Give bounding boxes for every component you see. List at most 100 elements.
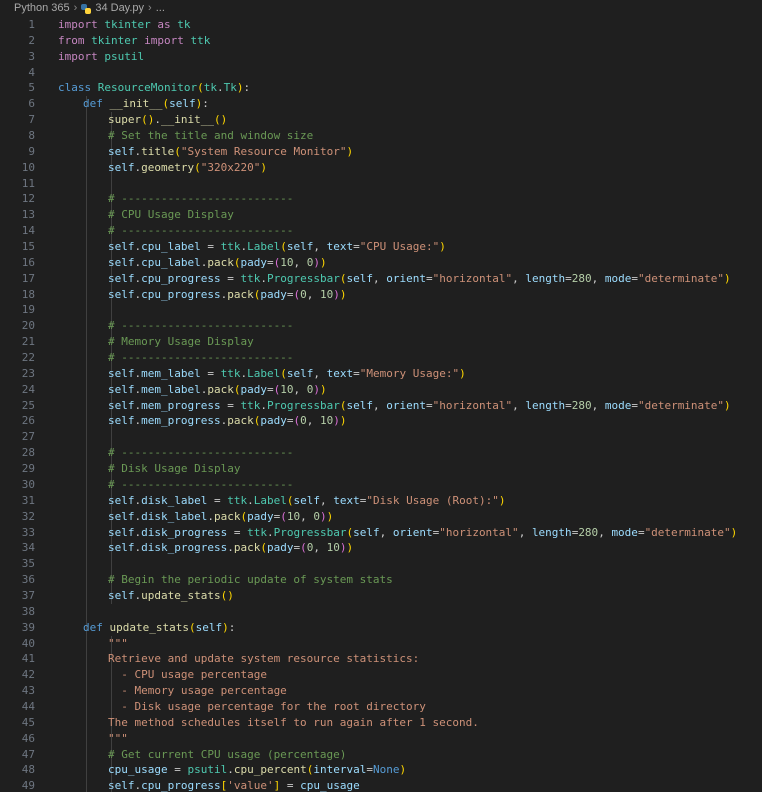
code-text: # Get current CPU usage (percentage) xyxy=(108,747,346,763)
code-line[interactable]: 11 xyxy=(0,175,762,192)
code-line[interactable]: 33 self.disk_progress = ttk.Progressbar(s… xyxy=(0,524,762,541)
code-token: ( xyxy=(280,366,287,380)
code-line[interactable]: 32 self.disk_label.pack(pady=(10, 0)) xyxy=(0,508,762,525)
code-line[interactable]: 7 super().__init__() xyxy=(0,112,762,129)
line-number: 22 xyxy=(21,351,35,365)
code-line[interactable]: 42 - CPU usage percentage xyxy=(0,667,762,684)
code-text: self.disk_label.pack(pady=(10, 0)) xyxy=(108,509,333,525)
code-token: 280 xyxy=(578,525,599,539)
code-line[interactable]: 15 self.cpu_label = ttk.Label(self, text=… xyxy=(0,239,762,255)
code-token: self xyxy=(108,271,135,285)
code-line[interactable]: 46 """ xyxy=(0,730,762,747)
code-text: cpu_usage = psutil.cpu_percent(interval=… xyxy=(108,762,406,778)
code-line[interactable]: 37 self.update_stats() xyxy=(0,587,762,604)
code-token: 10 xyxy=(319,414,334,428)
indent-guide xyxy=(86,350,87,366)
code-line[interactable]: 5 class ResourceMonitor(tk.Tk): xyxy=(0,80,762,96)
code-line[interactable]: 20 # -------------------------- xyxy=(0,318,762,335)
indent-guide xyxy=(86,476,87,493)
code-line[interactable]: 44 - Disk usage percentage for the root … xyxy=(0,698,762,715)
code-line[interactable]: 39 def update_stats(self): xyxy=(0,619,762,636)
code-line[interactable]: 24 self.mem_label.pack(pady=(10, 0)) xyxy=(0,381,762,398)
code-line[interactable]: 8 # Set the title and window size xyxy=(0,128,762,144)
code-token: cpu_percent xyxy=(233,763,307,777)
code-token: 280 xyxy=(571,398,592,412)
code-line[interactable]: 13 # CPU Usage Display xyxy=(0,207,762,224)
code-line[interactable]: 4 xyxy=(0,65,762,81)
indent-guide xyxy=(86,461,87,477)
code-token: 0 xyxy=(300,287,307,301)
code-line[interactable]: 9 self.title("System Resource Monitor") xyxy=(0,143,762,160)
indent-guide xyxy=(86,492,87,509)
code-line[interactable]: 10 self.geometry("320x220") xyxy=(0,159,762,176)
code-line[interactable]: 14 # -------------------------- xyxy=(0,223,762,240)
code-token: ) xyxy=(333,287,340,301)
code-line[interactable]: 25 self.mem_progress = ttk.Progressbar(se… xyxy=(0,397,762,414)
code-line[interactable]: 40 """ xyxy=(0,635,762,652)
code-line[interactable]: 36 # Begin the periodic update of system … xyxy=(0,572,762,588)
code-line[interactable]: 48 cpu_usage = psutil.cpu_percent(interva… xyxy=(0,762,762,779)
code-token: . xyxy=(216,81,224,95)
code-text: import tkinter as tk xyxy=(58,17,190,33)
code-line[interactable]: 23 self.mem_label = ttk.Label(self, text=… xyxy=(0,365,762,382)
code-token: self xyxy=(108,398,135,412)
code-token: Retrieve and update system resource stat… xyxy=(108,652,420,666)
code-line[interactable]: 2 from tkinter import ttk xyxy=(0,33,762,49)
code-line[interactable]: 16 self.cpu_label.pack(pady=(10, 0)) xyxy=(0,254,762,271)
code-line[interactable]: 43 - Memory usage percentage xyxy=(0,683,762,699)
code-line[interactable]: 1 import tkinter as tk xyxy=(0,17,762,33)
code-token: ( xyxy=(280,240,287,254)
indent-guide xyxy=(86,397,87,414)
code-token: pady xyxy=(240,255,267,269)
line-number: 9 xyxy=(28,144,35,158)
code-line[interactable]: 12 # -------------------------- xyxy=(0,191,762,208)
code-token: tk xyxy=(177,18,191,31)
code-line[interactable]: 41 Retrieve and update system resource st… xyxy=(0,651,762,668)
indent-guide xyxy=(86,413,87,430)
code-token: self xyxy=(108,255,135,269)
code-token: = xyxy=(565,271,572,285)
code-token: . xyxy=(207,509,214,523)
line-number: 44 xyxy=(21,699,35,713)
code-token: ) xyxy=(313,382,320,396)
code-token: = xyxy=(631,271,638,285)
code-token: , xyxy=(598,525,612,539)
code-text: self.cpu_progress = ttk.Progressbar(self… xyxy=(108,271,731,287)
code-editor[interactable]: 1 import tkinter as tk 2 from tkinter impor… xyxy=(0,17,762,792)
line-number: 46 xyxy=(21,731,35,745)
code-token: mem_progress xyxy=(141,414,221,428)
breadcrumb-symbol[interactable]: ... xyxy=(156,0,165,17)
code-token: self xyxy=(108,509,135,523)
code-token: = xyxy=(207,493,228,507)
code-line[interactable]: 30 # -------------------------- xyxy=(0,476,762,493)
code-line[interactable]: 28 # -------------------------- xyxy=(0,445,762,462)
code-line[interactable]: 6 def __init__(self): xyxy=(0,96,762,113)
code-line[interactable]: 21 # Memory Usage Display xyxy=(0,334,762,351)
code-line[interactable]: 22 # -------------------------- xyxy=(0,350,762,366)
code-line[interactable]: 38 xyxy=(0,603,762,620)
code-line[interactable]: 31 self.disk_label = ttk.Label(self, text… xyxy=(0,492,762,509)
code-line[interactable]: 47 # Get current CPU usage (percentage) xyxy=(0,746,762,763)
code-line[interactable]: 34 self.disk_progress.pack(pady=(0, 10)) xyxy=(0,540,762,557)
code-token: "horizontal" xyxy=(439,525,519,539)
breadcrumb-file[interactable]: 34 Day.py xyxy=(95,0,144,17)
code-line[interactable]: 17 self.cpu_progress = ttk.Progressbar(se… xyxy=(0,270,762,287)
code-token: "CPU Usage:" xyxy=(359,240,440,254)
code-line[interactable]: 29 # Disk Usage Display xyxy=(0,461,762,477)
code-token: , xyxy=(372,271,387,285)
code-line[interactable]: 3 import psutil xyxy=(0,49,762,65)
code-line[interactable]: 35 xyxy=(0,556,762,573)
code-token: , xyxy=(313,541,327,555)
code-line[interactable]: 26 self.mem_progress.pack(pady=(0, 10)) xyxy=(0,413,762,430)
code-token: interval xyxy=(313,763,367,777)
indent-guide xyxy=(86,365,87,382)
breadcrumb-folder[interactable]: Python 365 xyxy=(14,0,70,17)
code-line[interactable]: 18 self.cpu_progress.pack(pady=(0, 10)) xyxy=(0,286,762,303)
code-token: = xyxy=(280,779,301,792)
code-line[interactable]: 49 self.cpu_progress['value'] = cpu_usage xyxy=(0,778,762,792)
line-number: 1 xyxy=(28,18,35,31)
code-line[interactable]: 19 xyxy=(0,302,762,319)
code-token: ) xyxy=(319,255,327,269)
code-line[interactable]: 27 xyxy=(0,429,762,446)
code-line[interactable]: 45 The method schedules itself to run aga… xyxy=(0,714,762,731)
